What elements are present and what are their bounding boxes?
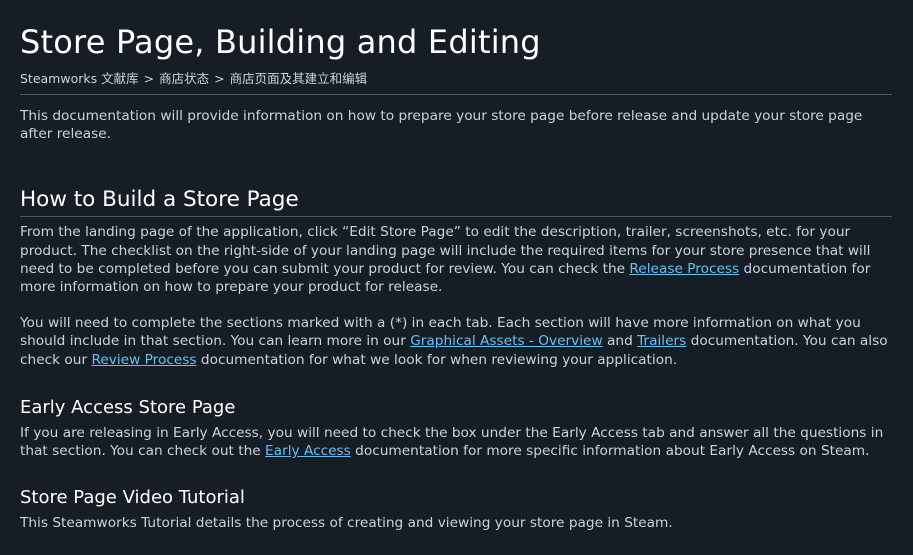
text-run: documentation for what we look for when … (196, 351, 678, 368)
graphical-assets-link[interactable]: Graphical Assets - Overview (410, 333, 602, 349)
intro-paragraph: This documentation will provide informat… (20, 108, 863, 143)
early-access-link[interactable]: Early Access (265, 443, 351, 459)
review-process-link[interactable]: Review Process (91, 352, 196, 368)
breadcrumb-separator: > (214, 71, 225, 86)
build-paragraph-1: From the landing page of the application… (20, 223, 892, 296)
breadcrumb-item-current: 商店页面及其建立和编辑 (229, 71, 368, 86)
build-paragraph-2: You will need to complete the sections m… (20, 314, 892, 369)
page-title: Store Page, Building and Editing (20, 23, 541, 61)
text-run: and (602, 333, 638, 350)
section-heading-video-tutorial: Store Page Video Tutorial (20, 487, 245, 509)
section-heading-early-access: Early Access Store Page (20, 396, 236, 418)
document-page: Store Page, Building and Editing Steamwo… (20, 0, 892, 532)
video-tutorial-paragraph: This Steamworks Tutorial details the pro… (20, 515, 673, 532)
section-heading-build: How to Build a Store Page (20, 187, 892, 218)
breadcrumb-item-docs[interactable]: Steamworks 文献库 (20, 70, 139, 88)
text-run: documentation for more specific informat… (350, 443, 870, 460)
release-process-link[interactable]: Release Process (629, 261, 739, 277)
early-access-paragraph: If you are releasing in Early Access, yo… (20, 424, 892, 460)
breadcrumb-separator: > (143, 71, 155, 86)
breadcrumb: Steamworks 文献库 > 商店状态 > 商店页面及其建立和编辑 (20, 70, 892, 95)
trailers-link[interactable]: Trailers (637, 333, 686, 349)
breadcrumb-item-store-status[interactable]: 商店状态 (159, 70, 209, 88)
